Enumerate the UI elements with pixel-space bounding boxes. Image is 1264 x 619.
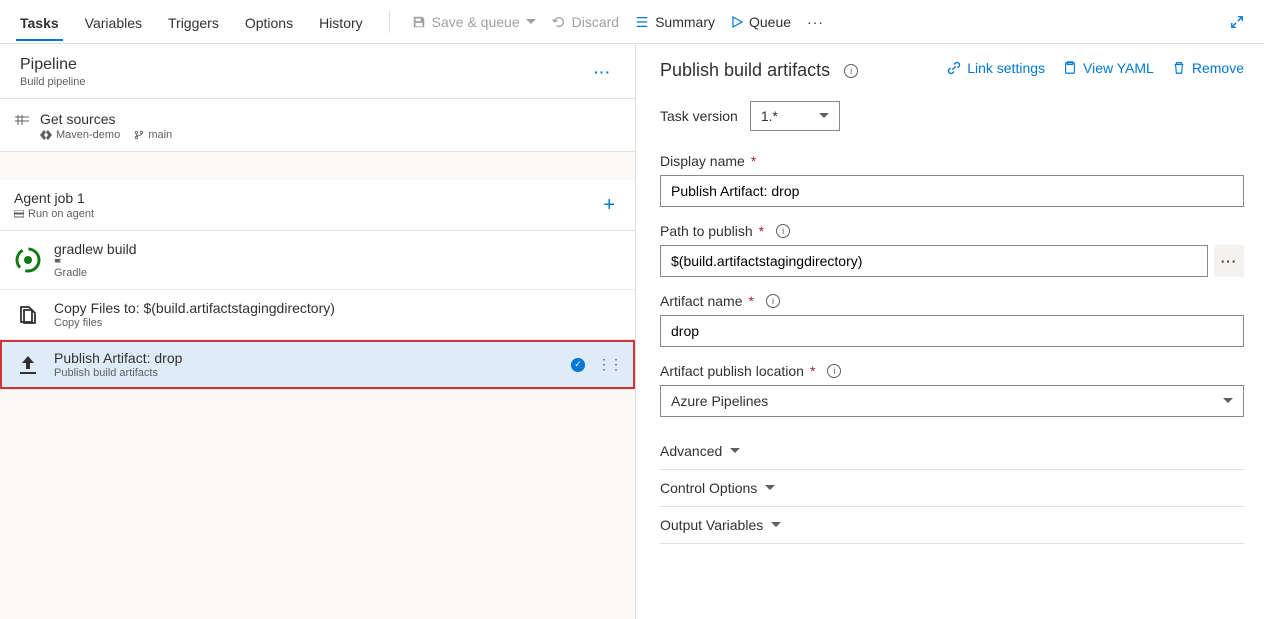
chevron-down-icon xyxy=(765,485,775,491)
task-copy-files[interactable]: Copy Files to: $(build.artifactstagingdi… xyxy=(0,290,635,340)
expand-button[interactable] xyxy=(1224,9,1250,35)
section-output-variables[interactable]: Output Variables xyxy=(660,507,1244,544)
repo-icon xyxy=(40,130,52,140)
info-icon[interactable]: i xyxy=(776,224,790,238)
remove-button[interactable]: Remove xyxy=(1172,60,1244,76)
summary-label: Summary xyxy=(655,14,715,30)
task-title: Publish Artifact: drop xyxy=(54,350,559,366)
add-task-button[interactable]: + xyxy=(597,194,621,217)
save-queue-button[interactable]: Save & queue xyxy=(404,8,544,36)
agent-job-subtitle: Run on agent xyxy=(28,208,94,220)
chevron-down-icon xyxy=(730,448,740,454)
tab-options[interactable]: Options xyxy=(233,5,305,39)
chevron-down-icon xyxy=(526,19,536,25)
artifact-name-label: Artifact name xyxy=(660,293,742,309)
task-subtitle: Gradle xyxy=(54,267,87,279)
save-icon xyxy=(412,15,426,29)
summary-button[interactable]: Summary xyxy=(627,8,723,36)
remove-label: Remove xyxy=(1192,60,1244,76)
discard-button[interactable]: Discard xyxy=(544,8,627,36)
task-title: gradlew build xyxy=(54,241,621,257)
publish-location-select[interactable]: Azure Pipelines xyxy=(660,385,1244,417)
flag-icon xyxy=(54,258,63,267)
undo-icon xyxy=(552,15,566,29)
get-sources-row[interactable]: Get sources Maven-demo main xyxy=(0,99,635,152)
section-label: Control Options xyxy=(660,480,757,496)
task-publish-artifact[interactable]: Publish Artifact: drop Publish build art… xyxy=(0,340,635,390)
spacer xyxy=(0,152,635,180)
toolbar-separator xyxy=(389,11,390,33)
chevron-down-icon xyxy=(771,522,781,528)
tab-triggers[interactable]: Triggers xyxy=(156,5,231,39)
required-indicator: * xyxy=(759,223,764,239)
chevron-down-icon xyxy=(1223,398,1233,404)
publish-location-label: Artifact publish location xyxy=(660,363,804,379)
info-icon[interactable]: i xyxy=(766,294,780,308)
display-name-input[interactable] xyxy=(660,175,1244,207)
task-status-ok-icon: ✓ xyxy=(571,358,585,372)
drag-handle[interactable]: ⋮⋮ xyxy=(597,356,621,373)
queue-label: Queue xyxy=(749,14,791,30)
task-version-select[interactable]: 1.* xyxy=(750,101,840,131)
server-icon xyxy=(14,210,24,219)
upload-icon xyxy=(14,351,42,379)
chevron-down-icon xyxy=(819,113,829,119)
display-name-label: Display name xyxy=(660,153,745,169)
sources-title: Get sources xyxy=(40,111,172,127)
branch-icon xyxy=(134,130,144,140)
sources-repo: Maven-demo xyxy=(56,129,120,141)
path-label: Path to publish xyxy=(660,223,753,239)
task-title: Copy Files to: $(build.artifactstagingdi… xyxy=(54,300,621,316)
pipeline-subtitle: Build pipeline xyxy=(20,76,85,88)
list-icon xyxy=(635,15,649,29)
save-queue-label: Save & queue xyxy=(432,14,520,30)
link-settings-label: Link settings xyxy=(967,60,1045,76)
artifact-name-input[interactable] xyxy=(660,315,1244,347)
task-subtitle: Copy files xyxy=(54,317,621,329)
queue-button[interactable]: Queue xyxy=(723,8,799,36)
required-indicator: * xyxy=(810,363,815,379)
gradle-icon xyxy=(14,246,42,274)
sources-branch: main xyxy=(148,129,172,141)
detail-title: Publish build artifacts xyxy=(660,60,830,81)
pipeline-title: Pipeline xyxy=(20,56,85,74)
publish-location-value: Azure Pipelines xyxy=(671,393,768,409)
tab-variables[interactable]: Variables xyxy=(73,5,154,39)
task-version-value: 1.* xyxy=(761,108,778,124)
task-version-label: Task version xyxy=(660,108,738,124)
play-icon xyxy=(731,16,743,28)
required-indicator: * xyxy=(748,293,753,309)
section-label: Advanced xyxy=(660,443,722,459)
info-icon[interactable]: i xyxy=(827,364,841,378)
toolbar-more-button[interactable]: ··· xyxy=(799,8,832,36)
sources-icon xyxy=(14,113,30,127)
section-label: Output Variables xyxy=(660,517,763,533)
link-icon xyxy=(947,61,961,75)
view-yaml-label: View YAML xyxy=(1083,60,1154,76)
required-indicator: * xyxy=(751,153,756,169)
info-icon[interactable]: i xyxy=(844,64,858,78)
section-advanced[interactable]: Advanced xyxy=(660,433,1244,470)
pipeline-header[interactable]: Pipeline Build pipeline ··· xyxy=(0,44,635,99)
discard-label: Discard xyxy=(572,14,619,30)
tab-history[interactable]: History xyxy=(307,5,375,39)
trash-icon xyxy=(1172,61,1186,75)
link-settings-button[interactable]: Link settings xyxy=(947,60,1045,76)
path-input[interactable] xyxy=(660,245,1208,277)
copy-files-icon xyxy=(14,301,42,329)
path-browse-button[interactable]: ··· xyxy=(1214,245,1244,277)
view-yaml-button[interactable]: View YAML xyxy=(1063,60,1154,76)
task-gradle[interactable]: gradlew build Gradle xyxy=(0,231,635,290)
agent-job-title: Agent job 1 xyxy=(14,190,94,206)
tab-tasks[interactable]: Tasks xyxy=(8,5,71,39)
clipboard-icon xyxy=(1063,61,1077,75)
task-subtitle: Publish build artifacts xyxy=(54,367,559,379)
expand-icon xyxy=(1230,15,1244,29)
agent-job-row[interactable]: Agent job 1 Run on agent + xyxy=(0,180,635,231)
pipeline-more-button[interactable]: ··· xyxy=(590,60,615,84)
section-control-options[interactable]: Control Options xyxy=(660,470,1244,507)
